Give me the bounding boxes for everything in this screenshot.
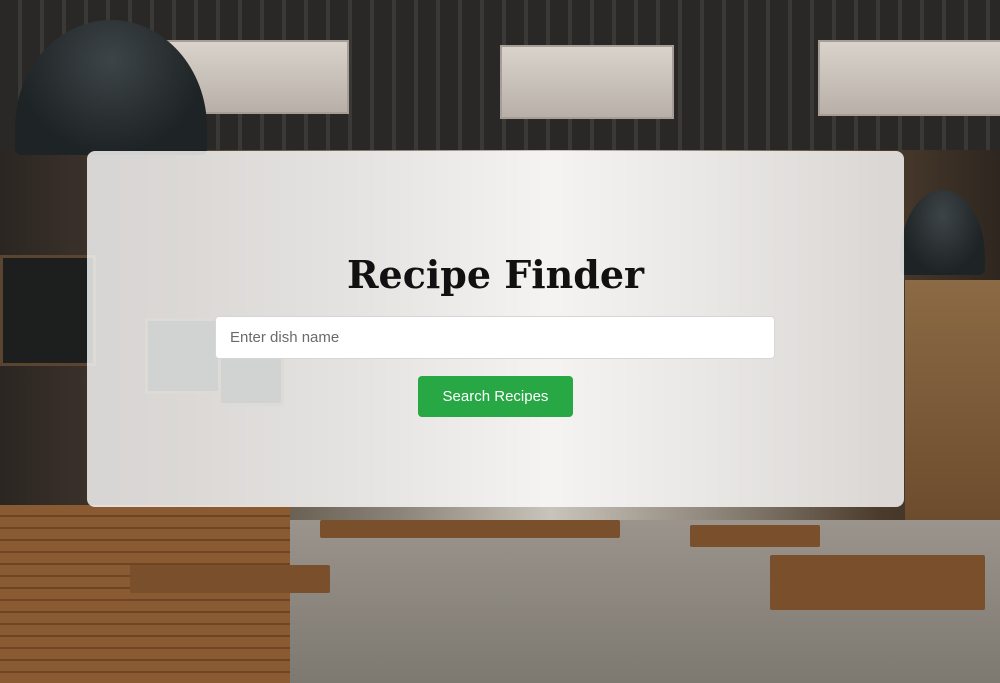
background-table xyxy=(320,520,620,538)
background-chalkboard xyxy=(0,255,96,366)
background-vent xyxy=(818,40,1000,116)
background-window xyxy=(905,280,1000,530)
page-title: Recipe Finder xyxy=(346,252,645,297)
background-vent xyxy=(500,45,674,119)
background-table xyxy=(130,565,330,593)
search-recipes-button[interactable]: Search Recipes xyxy=(418,376,573,417)
background-table xyxy=(690,525,820,547)
background-table xyxy=(770,555,985,610)
background-lamp xyxy=(900,190,985,275)
background-counter xyxy=(0,505,290,683)
search-card: Recipe Finder Search Recipes xyxy=(87,151,904,507)
dish-name-input[interactable] xyxy=(215,316,775,359)
